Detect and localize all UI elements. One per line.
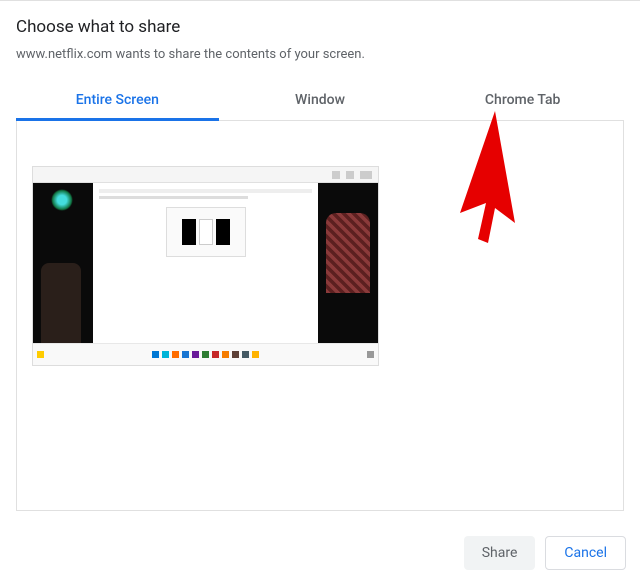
taskbar-icon	[182, 351, 189, 358]
dialog-footer: Share Cancel	[464, 536, 626, 570]
taskbar-icon	[37, 351, 44, 358]
thumb-mini-text	[99, 196, 248, 199]
thumb-mini-bar	[99, 189, 312, 193]
taskbar-icon	[222, 351, 229, 358]
taskbar-icon	[152, 351, 159, 358]
thumb-mini-tile	[199, 219, 213, 245]
taskbar-icon	[232, 351, 239, 358]
thumb-mini-tile	[216, 219, 230, 245]
tab-entire-screen[interactable]: Entire Screen	[16, 80, 219, 120]
thumb-body	[33, 183, 378, 343]
taskbar-icon	[192, 351, 199, 358]
tab-window[interactable]: Window	[219, 80, 422, 120]
thumb-video-center	[93, 183, 318, 343]
taskbar-icon	[367, 351, 374, 358]
taskbar-icon	[252, 351, 259, 358]
taskbar-icon	[202, 351, 209, 358]
dialog-title: Choose what to share	[16, 17, 624, 37]
thumb-titlebar	[33, 167, 378, 183]
share-button[interactable]: Share	[464, 536, 536, 570]
taskbar-icon	[172, 351, 179, 358]
share-dialog: Choose what to share www.netflix.com wan…	[0, 0, 640, 584]
thumb-mini-tile	[182, 219, 196, 245]
dialog-subtitle: www.netflix.com wants to share the conte…	[16, 47, 624, 62]
thumb-taskbar	[33, 343, 378, 365]
share-tabs: Entire Screen Window Chrome Tab	[16, 80, 624, 121]
tab-chrome-tab[interactable]: Chrome Tab	[421, 80, 624, 120]
thumb-mini-inner	[166, 207, 246, 257]
screen-thumbnail[interactable]	[32, 166, 379, 366]
thumb-video-left	[33, 183, 93, 343]
taskbar-icon	[162, 351, 169, 358]
cancel-button[interactable]: Cancel	[545, 536, 626, 570]
taskbar-icon	[212, 351, 219, 358]
taskbar-icon	[242, 351, 249, 358]
preview-area	[16, 121, 624, 511]
thumb-video-right	[318, 183, 378, 343]
